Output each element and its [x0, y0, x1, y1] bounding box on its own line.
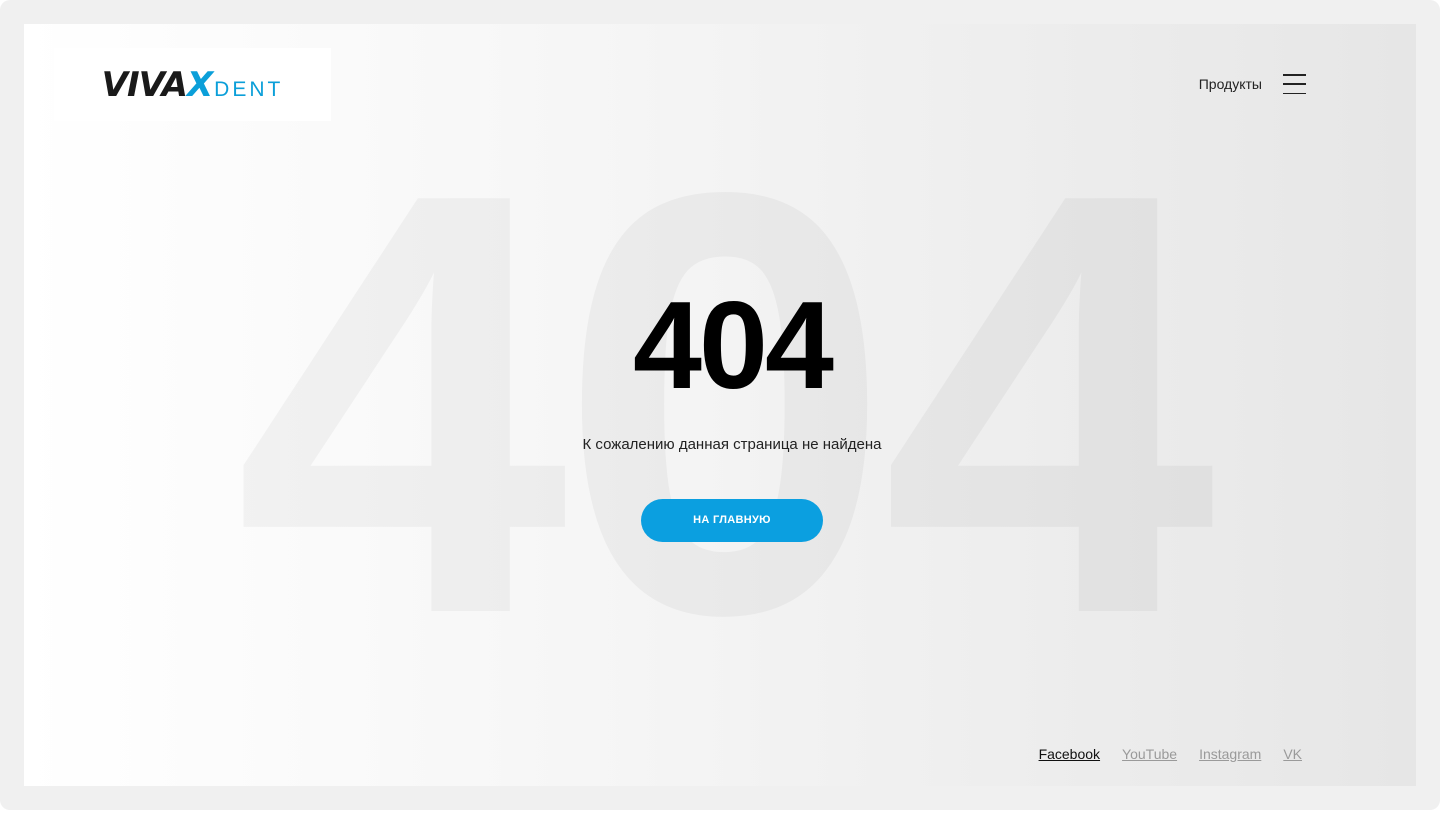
logo-dent: DENT: [214, 77, 284, 101]
error-code: 404: [633, 277, 834, 415]
hamburger-line: [1283, 83, 1306, 85]
page-frame: 404 VIVAX DENT Продукты 404 К сожалению …: [0, 0, 1440, 810]
logo-vivax-text: VIVA: [101, 64, 188, 105]
youtube-link[interactable]: YouTube: [1122, 746, 1177, 762]
nav-products-link[interactable]: Продукты: [1199, 76, 1262, 92]
facebook-link[interactable]: Facebook: [1039, 746, 1100, 762]
logo-x-letter: X: [186, 64, 213, 105]
logo-vivax: VIVAX: [101, 64, 214, 105]
error-message: К сожалению данная страница не найдена: [582, 436, 882, 453]
vk-link[interactable]: VK: [1283, 746, 1302, 762]
hamburger-line: [1283, 74, 1306, 76]
main-panel: 404 VIVAX DENT Продукты 404 К сожалению …: [24, 24, 1416, 786]
hamburger-line: [1283, 92, 1306, 94]
hamburger-icon[interactable]: [1283, 74, 1306, 94]
header-nav: Продукты: [1199, 74, 1306, 94]
error-content: 404 К сожалению данная страница не найде…: [24, 277, 1416, 542]
social-links: Facebook YouTube Instagram VK: [1039, 746, 1302, 762]
instagram-link[interactable]: Instagram: [1199, 746, 1261, 762]
logo-container: VIVAX DENT: [54, 48, 331, 121]
logo-link[interactable]: VIVAX DENT: [102, 65, 284, 105]
home-button[interactable]: НА ГЛАВНУЮ: [641, 499, 823, 542]
